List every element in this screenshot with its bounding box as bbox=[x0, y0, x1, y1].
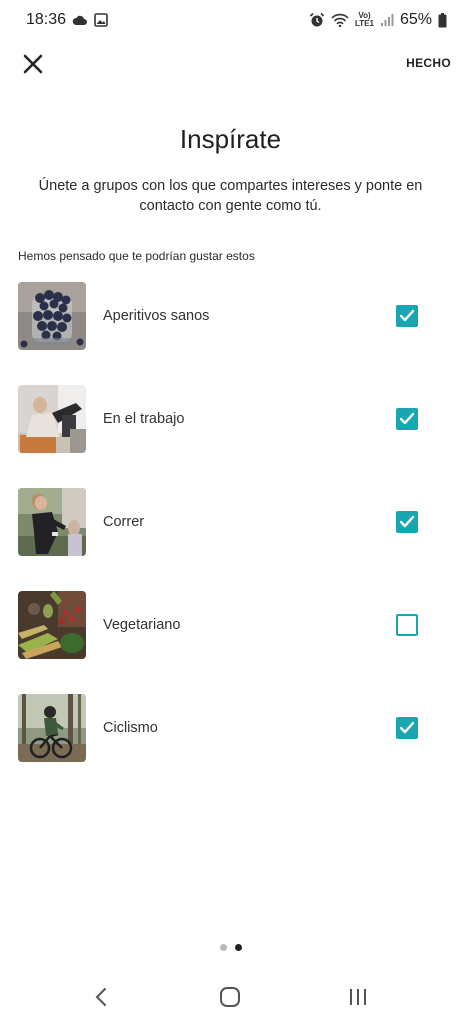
recents-button[interactable] bbox=[343, 984, 373, 1014]
checkbox-unchecked[interactable] bbox=[396, 614, 418, 636]
alarm-icon bbox=[309, 12, 325, 28]
vegetables-photo bbox=[18, 591, 86, 659]
list-item-label: Ciclismo bbox=[103, 720, 158, 736]
subtitle: Únete a grupos con los que compartes int… bbox=[38, 178, 423, 214]
chevron-left-icon bbox=[94, 987, 108, 1012]
list-item-correr[interactable]: Correr bbox=[0, 488, 461, 556]
list-item-vegetariano[interactable]: Vegetariano bbox=[0, 591, 461, 659]
list-item-label: Vegetariano bbox=[103, 617, 181, 633]
status-bar: 18:36 Vo) LTE1 65% bbox=[0, 0, 461, 40]
checkbox-checked[interactable] bbox=[396, 511, 418, 533]
signal-icon bbox=[380, 13, 394, 27]
status-left: 18:36 bbox=[26, 11, 108, 29]
list-item-label: Correr bbox=[103, 514, 145, 530]
page-title: Inspírate bbox=[179, 124, 282, 154]
system-nav-bar bbox=[0, 978, 461, 1018]
close-icon bbox=[20, 54, 46, 81]
network-type-icon: Vo) LTE1 bbox=[355, 12, 374, 28]
office-stretch-photo bbox=[18, 385, 86, 453]
top-bar: HECHO bbox=[0, 44, 461, 84]
home-icon bbox=[219, 986, 241, 1013]
list-item-en-el-trabajo[interactable]: En el trabajo bbox=[0, 385, 461, 453]
page-dot-2-active bbox=[234, 944, 242, 951]
cloud-icon bbox=[72, 14, 88, 26]
recents-icon bbox=[348, 988, 368, 1011]
list-item-label: En el trabajo bbox=[103, 411, 185, 427]
list-item-aperitivos-sanos[interactable]: Aperitivos sanos bbox=[0, 282, 461, 350]
blueberries-jar-photo bbox=[18, 282, 86, 350]
section-label: Hemos pensado que te podrían gustar esto… bbox=[18, 249, 255, 263]
battery-percent: 65% bbox=[399, 11, 432, 28]
status-right: Vo) LTE1 65% bbox=[309, 11, 447, 29]
back-button[interactable] bbox=[86, 984, 116, 1014]
close-button[interactable] bbox=[20, 51, 46, 77]
page-dot-1 bbox=[219, 944, 227, 951]
page-indicator bbox=[0, 944, 461, 951]
list-item-ciclismo[interactable]: Ciclismo bbox=[0, 694, 461, 762]
checkbox-checked[interactable] bbox=[396, 305, 418, 327]
cyclist-photo bbox=[18, 694, 86, 762]
wifi-icon bbox=[331, 13, 349, 27]
image-icon bbox=[94, 13, 108, 27]
status-time: 18:36 bbox=[26, 11, 67, 28]
list-item-label: Aperitivos sanos bbox=[103, 308, 210, 324]
checkbox-checked[interactable] bbox=[396, 408, 418, 430]
battery-icon bbox=[438, 12, 447, 28]
checkbox-checked[interactable] bbox=[396, 717, 418, 739]
home-button[interactable] bbox=[215, 984, 245, 1014]
runner-photo bbox=[18, 488, 86, 556]
done-button[interactable]: HECHO bbox=[406, 56, 451, 70]
network-bottom-label: LTE1 bbox=[355, 19, 374, 28]
